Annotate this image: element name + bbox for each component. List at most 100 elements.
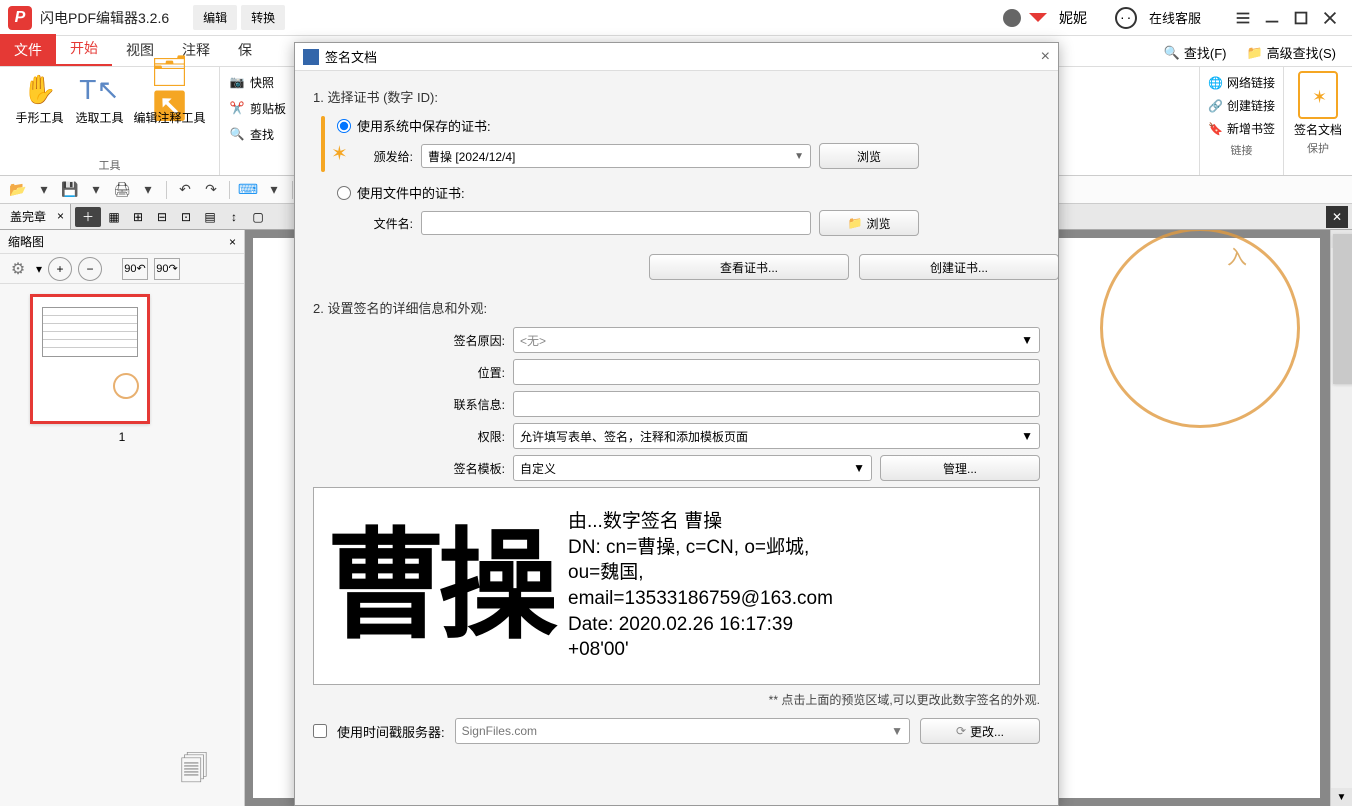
contact-input[interactable] — [513, 391, 1040, 417]
hamburger-button[interactable] — [1229, 4, 1257, 32]
folder-open-icon: 📂 — [9, 181, 26, 198]
tab-close-all[interactable]: ✕ — [1326, 206, 1348, 228]
select-tool[interactable]: T↖ 选取工具 — [74, 71, 126, 155]
thumb-settings-button[interactable]: ⚙ — [6, 257, 30, 281]
timestamp-more-label: 更改... — [970, 723, 1004, 740]
rotate-left-button[interactable]: 90↶ — [122, 258, 148, 280]
redo-icon: ↷ — [205, 181, 217, 198]
filename-input[interactable] — [421, 211, 811, 235]
user-name[interactable]: 妮妮 — [1059, 8, 1087, 28]
timestamp-more-button[interactable]: ⟳ 更改... — [920, 718, 1040, 744]
location-input[interactable] — [513, 359, 1040, 385]
tab-tool-2[interactable]: ⊞ — [127, 206, 149, 228]
page-thumbnail[interactable] — [30, 294, 150, 424]
timestamp-server-select[interactable]: SignFiles.com ▼ — [455, 718, 910, 744]
create-cert-button[interactable]: 创建证书... — [859, 254, 1058, 280]
undo-button[interactable]: ↶ — [173, 179, 197, 201]
zoom-out-thumb[interactable]: − — [78, 257, 102, 281]
view-cert-button[interactable]: 查看证书... — [649, 254, 849, 280]
support-label[interactable]: 在线客服 — [1149, 8, 1201, 27]
scan-dropdown[interactable]: ▾ — [262, 179, 286, 201]
menu-convert[interactable]: 转换 — [241, 5, 285, 30]
sign-doc-button[interactable]: 签名文档 — [1294, 71, 1342, 138]
create-link-label: 创建链接 — [1227, 97, 1275, 114]
signer-name-preview: 曹操 — [326, 526, 550, 646]
reason-label: 签名原因: — [433, 332, 505, 349]
snapshot-button[interactable]: 📷快照 — [228, 71, 286, 93]
search-button[interactable]: 🔍查找 — [228, 123, 286, 145]
info-line4: email=13533186759@163.com — [568, 586, 833, 612]
save-button[interactable]: 💾 — [58, 179, 82, 201]
bookmark-button[interactable]: 🔖新增书签 — [1208, 117, 1275, 140]
scroll-down[interactable]: ▼ — [1331, 788, 1352, 806]
save-dropdown[interactable]: ▾ — [84, 179, 108, 201]
browse-file-label: 浏览 — [866, 215, 890, 232]
chevron-down-icon: ▼ — [1021, 333, 1033, 347]
close-button[interactable] — [1316, 4, 1344, 32]
radio-system-input[interactable] — [337, 119, 351, 133]
radio-file-input[interactable] — [337, 186, 351, 200]
template-select[interactable]: 自定义 ▼ — [513, 455, 872, 481]
issued-to-select[interactable]: 曹操 [2024/12/4] ▼ — [421, 144, 811, 168]
wechat-icon[interactable] — [1003, 9, 1021, 27]
maximize-button[interactable] — [1287, 4, 1315, 32]
edit-annot-tool[interactable]: 🗂↖ 编辑注释工具 — [134, 71, 206, 155]
find-button[interactable]: 🔍 查找(F) — [1156, 39, 1235, 66]
open-button[interactable]: 📂 — [6, 179, 30, 201]
hand-tool[interactable]: ✋ 手形工具 — [14, 71, 66, 155]
tab-tool-6[interactable]: ↕ — [223, 206, 245, 228]
scroll-thumb[interactable] — [1333, 234, 1352, 384]
tab-tool-3[interactable]: ⊟ — [151, 206, 173, 228]
browse-system-button[interactable]: 浏览 — [819, 143, 919, 169]
adv-find-button[interactable]: 📁 高级查找(S) — [1238, 39, 1344, 66]
thumbnails-title: 缩略图 — [8, 233, 44, 250]
template-value: 自定义 — [520, 460, 556, 477]
info-line2: DN: cn=曹操, c=CN, o=邺城, — [568, 535, 833, 561]
print-dropdown[interactable]: ▾ — [136, 179, 160, 201]
bookmark-label: 新增书签 — [1227, 120, 1275, 137]
minimize-button[interactable] — [1258, 4, 1286, 32]
print-button[interactable]: 🖨 — [110, 179, 134, 201]
tab-insert[interactable]: 保 — [224, 34, 266, 66]
signature-details: 由...数字签名 曹操 DN: cn=曹操, c=CN, o=邺城, ou=魏国… — [568, 509, 833, 663]
dialog-title: 签名文档 — [325, 47, 377, 66]
document-tab[interactable]: 盖完章 × — [0, 204, 71, 229]
menu-edit[interactable]: 编辑 — [193, 5, 237, 30]
reason-select[interactable]: <无> ▼ — [513, 327, 1040, 353]
location-label: 位置: — [433, 364, 505, 381]
vip-icon[interactable] — [1029, 13, 1047, 31]
signature-preview[interactable]: 曹操 由...数字签名 曹操 DN: cn=曹操, c=CN, o=邺城, ou… — [313, 487, 1040, 685]
tab-close-button[interactable]: × — [57, 209, 64, 223]
tab-tool-7[interactable]: ▢ — [247, 206, 269, 228]
support-icon[interactable] — [1115, 7, 1137, 29]
scan-button[interactable]: ⌨ — [236, 179, 260, 201]
scanner-icon: ⌨ — [238, 181, 258, 198]
perm-select[interactable]: 允许填写表单、签名，注释和添加模板页面 ▼ — [513, 423, 1040, 449]
use-timestamp-checkbox[interactable] — [313, 724, 327, 738]
radio-file-cert[interactable]: 使用文件中的证书: — [337, 183, 1058, 202]
dialog-close-button[interactable]: × — [1041, 48, 1050, 66]
open-dropdown[interactable]: ▾ — [32, 179, 56, 201]
tab-file[interactable]: 文件 — [0, 34, 56, 66]
copy-icon: 🗐 — [180, 748, 208, 796]
zoom-in-thumb[interactable]: + — [48, 257, 72, 281]
tab-tool-1[interactable]: ▦ — [103, 206, 125, 228]
new-tab-button[interactable]: ＋ — [75, 207, 101, 227]
tab-tool-5[interactable]: ▤ — [199, 206, 221, 228]
manage-template-button[interactable]: 管理... — [880, 455, 1040, 481]
create-link-button[interactable]: 🔗创建链接 — [1208, 94, 1275, 117]
find-label: 查找(F) — [1184, 43, 1227, 62]
find-icon: 🔍 — [1164, 45, 1180, 61]
redo-button[interactable]: ↷ — [199, 179, 223, 201]
panel-close-button[interactable]: × — [229, 235, 236, 249]
tab-tool-4[interactable]: ⊡ — [175, 206, 197, 228]
radio-system-cert[interactable]: 使用系统中保存的证书: — [337, 116, 1058, 135]
thumb-settings-drop[interactable]: ▾ — [36, 262, 42, 276]
stamp-seal — [1100, 230, 1300, 428]
browse-file-button[interactable]: 📁 浏览 — [819, 210, 919, 236]
tab-start[interactable]: 开始 — [56, 32, 112, 66]
vertical-scrollbar[interactable]: ▲ ▼ — [1330, 230, 1352, 806]
clipboard-button[interactable]: ✂️剪贴板 — [228, 97, 286, 119]
rotate-right-button[interactable]: 90↷ — [154, 258, 180, 280]
web-link-button[interactable]: 🌐网络链接 — [1208, 71, 1275, 94]
